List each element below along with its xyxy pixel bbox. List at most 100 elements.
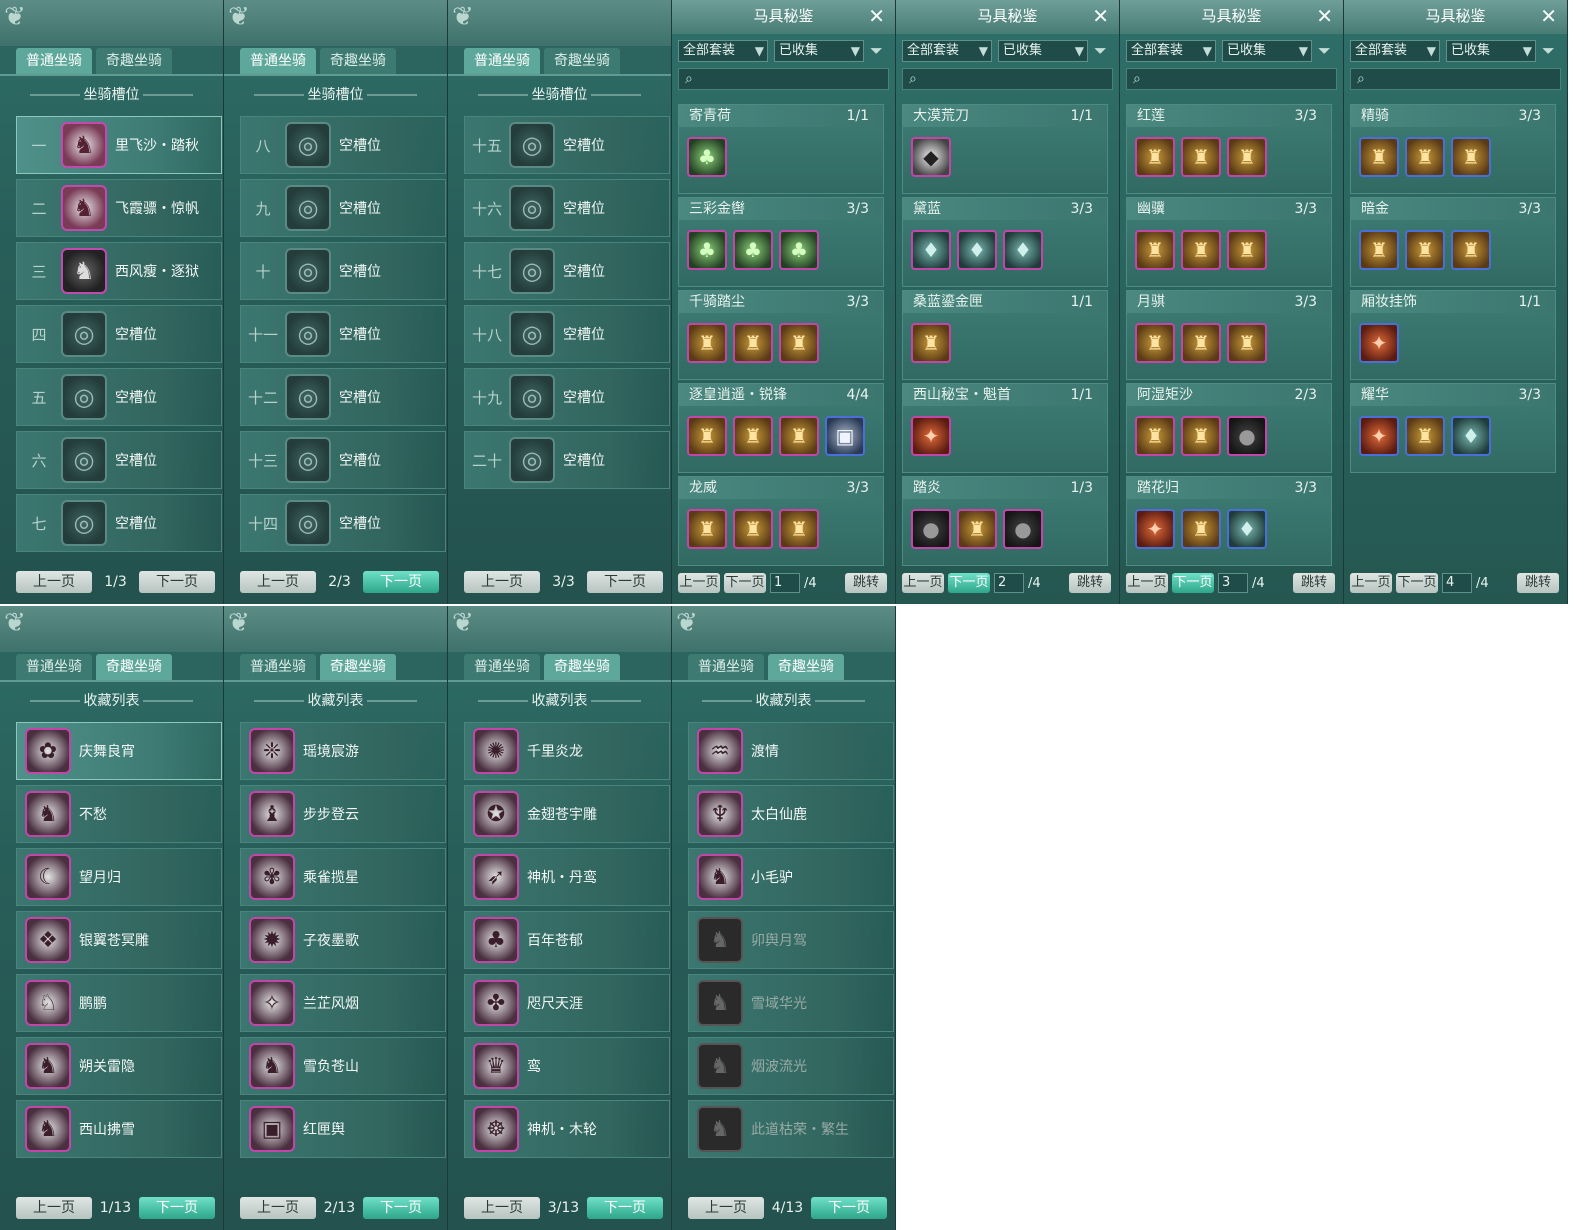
filter-funnel-icon[interactable]: ⏷	[1318, 41, 1331, 61]
tack-set-card[interactable]: 幽骥 3/3 ♜ ♜ ♜	[1126, 197, 1332, 287]
filter-funnel-icon[interactable]: ⏷	[870, 41, 883, 61]
tack-set-card[interactable]: 逐皇逍遥・锐锋 4/4 ♜ ♜ ♜ ▣	[678, 383, 884, 473]
fun-mount-item[interactable]: ☾ 望月归	[16, 848, 222, 906]
tack-item-icon[interactable]: ♦	[911, 230, 951, 270]
mount-slot[interactable]: 五 ◎ 空槽位	[16, 368, 222, 426]
prev-page-button[interactable]: 上一页	[678, 573, 720, 593]
fun-mount-item[interactable]: ♞ 卯舆月驾	[688, 911, 894, 969]
next-page-button[interactable]: 下一页	[1396, 573, 1438, 593]
tack-item-icon[interactable]: ✦	[1359, 323, 1399, 363]
tack-set-card[interactable]: 三彩金辔 3/3 ♣ ♣ ♣	[678, 197, 884, 287]
tab-normal-mounts[interactable]: 普通坐骑	[240, 48, 316, 74]
fun-mount-item[interactable]: ♒ 渡情	[688, 722, 894, 780]
tack-item-icon[interactable]: ♜	[687, 323, 727, 363]
mount-slot[interactable]: 三 ♞ 西风瘦・逐狱	[16, 242, 222, 300]
next-page-button[interactable]: 下一页	[587, 571, 663, 593]
fun-mount-item[interactable]: ✺ 千里炎龙	[464, 722, 670, 780]
fun-mount-item[interactable]: ♞ 雪负苍山	[240, 1037, 446, 1095]
tack-item-icon[interactable]: ♜	[1181, 416, 1221, 456]
fun-mount-item[interactable]: ♛ 鸾	[464, 1037, 670, 1095]
tack-set-card[interactable]: 厢妆挂饰 1/1 ✦	[1350, 290, 1556, 380]
next-page-button[interactable]: 下一页	[363, 571, 439, 593]
set-filter-dropdown[interactable]: 全部套装 ▼	[1126, 40, 1216, 62]
tack-item-icon[interactable]: ♜	[1405, 416, 1445, 456]
search-input[interactable]: ⌕	[1350, 68, 1561, 90]
next-page-button[interactable]: 下一页	[810, 1197, 887, 1219]
fun-mount-item[interactable]: ✹ 子夜墨歌	[240, 911, 446, 969]
prev-page-button[interactable]: 上一页	[16, 571, 92, 593]
prev-page-button[interactable]: 上一页	[240, 571, 316, 593]
tack-item-icon[interactable]: ♜	[1135, 323, 1175, 363]
tack-item-icon[interactable]: ♦	[1003, 230, 1043, 270]
tack-item-icon[interactable]: ♜	[733, 416, 773, 456]
fun-mount-item[interactable]: ♘ 鹏鹏	[16, 974, 222, 1032]
tack-item-icon[interactable]: ♜	[687, 509, 727, 549]
page-number-input[interactable]: 4	[1442, 573, 1472, 593]
mount-slot[interactable]: 八 ◎ 空槽位	[240, 116, 446, 174]
tack-item-icon[interactable]: ♣	[779, 230, 819, 270]
tack-item-icon[interactable]: ♜	[1135, 230, 1175, 270]
tack-item-icon[interactable]: ▣	[825, 416, 865, 456]
tack-item-icon[interactable]: ♜	[779, 323, 819, 363]
mount-slot[interactable]: 七 ◎ 空槽位	[16, 494, 222, 552]
fun-mount-item[interactable]: ✪ 金翅苍宇雕	[464, 785, 670, 843]
tack-set-card[interactable]: 踏炎 1/3 ● ♜ ●	[902, 476, 1108, 566]
tack-item-icon[interactable]: ●	[1003, 509, 1043, 549]
state-filter-dropdown[interactable]: 已收集 ▼	[774, 40, 864, 62]
close-icon[interactable]: ✕	[868, 0, 885, 32]
tack-item-icon[interactable]: ✦	[1359, 416, 1399, 456]
jump-button[interactable]: 跳转	[1293, 573, 1335, 593]
search-input[interactable]: ⌕	[902, 68, 1113, 90]
tab-normal-mounts[interactable]: 普通坐骑	[240, 654, 316, 680]
tack-item-icon[interactable]: ✦	[1135, 509, 1175, 549]
tab-normal-mounts[interactable]: 普通坐骑	[688, 654, 764, 680]
fun-mount-item[interactable]: ♞ 烟波流光	[688, 1037, 894, 1095]
jump-button[interactable]: 跳转	[1069, 573, 1111, 593]
next-page-button[interactable]: 下一页	[948, 573, 990, 593]
tack-item-icon[interactable]: ♜	[1135, 137, 1175, 177]
tack-set-card[interactable]: 阿湿矩沙 2/3 ♜ ♜ ●	[1126, 383, 1332, 473]
tack-item-icon[interactable]: ♜	[1181, 137, 1221, 177]
next-page-button[interactable]: 下一页	[724, 573, 766, 593]
next-page-button[interactable]: 下一页	[586, 1197, 663, 1219]
mount-slot[interactable]: 十八 ◎ 空槽位	[464, 305, 670, 363]
close-icon[interactable]: ✕	[1316, 0, 1333, 32]
tab-fun-mounts[interactable]: 奇趣坐骑	[544, 654, 620, 680]
tack-item-icon[interactable]: ♣	[687, 230, 727, 270]
mount-slot[interactable]: 二 ♞ 飞霞骠・惊帆	[16, 179, 222, 237]
tack-item-icon[interactable]: ♜	[1135, 416, 1175, 456]
tab-fun-mounts[interactable]: 奇趣坐骑	[320, 48, 396, 74]
prev-page-button[interactable]: 上一页	[464, 571, 540, 593]
tab-normal-mounts[interactable]: 普通坐骑	[16, 654, 92, 680]
tab-normal-mounts[interactable]: 普通坐骑	[464, 48, 540, 74]
page-number-input[interactable]: 1	[770, 573, 800, 593]
tack-item-icon[interactable]: ◆	[911, 137, 951, 177]
tab-fun-mounts[interactable]: 奇趣坐骑	[768, 654, 844, 680]
mount-slot[interactable]: 十五 ◎ 空槽位	[464, 116, 670, 174]
tack-item-icon[interactable]: ♜	[1181, 230, 1221, 270]
tack-item-icon[interactable]: ♜	[733, 323, 773, 363]
tack-set-card[interactable]: 月骐 3/3 ♜ ♜ ♜	[1126, 290, 1332, 380]
tack-item-icon[interactable]: ♜	[957, 509, 997, 549]
set-filter-dropdown[interactable]: 全部套装 ▼	[678, 40, 768, 62]
fun-mount-item[interactable]: ♞ 此道枯荣・繁生	[688, 1100, 894, 1158]
tack-item-icon[interactable]: ♣	[733, 230, 773, 270]
tack-item-icon[interactable]: ♦	[1227, 509, 1267, 549]
close-icon[interactable]: ✕	[1540, 0, 1557, 32]
mount-slot[interactable]: 四 ◎ 空槽位	[16, 305, 222, 363]
tack-set-card[interactable]: 寄青荷 1/1 ♣	[678, 104, 884, 194]
mount-slot[interactable]: 二十 ◎ 空槽位	[464, 431, 670, 489]
next-page-button[interactable]: 下一页	[362, 1197, 439, 1219]
page-number-input[interactable]: 2	[994, 573, 1024, 593]
fun-mount-item[interactable]: ▣ 红匣舆	[240, 1100, 446, 1158]
prev-page-button[interactable]: 上一页	[1126, 573, 1168, 593]
mount-slot[interactable]: 十九 ◎ 空槽位	[464, 368, 670, 426]
next-page-button[interactable]: 下一页	[1172, 573, 1214, 593]
fun-mount-item[interactable]: ♞ 朔关雷隐	[16, 1037, 222, 1095]
tack-item-icon[interactable]: ✦	[911, 416, 951, 456]
filter-funnel-icon[interactable]: ⏷	[1542, 41, 1555, 61]
fun-mount-item[interactable]: ❈ 瑶境宸游	[240, 722, 446, 780]
search-input[interactable]: ⌕	[678, 68, 889, 90]
tack-set-card[interactable]: 桑蓝鎏金匣 1/1 ♜	[902, 290, 1108, 380]
tack-item-icon[interactable]: ♜	[911, 323, 951, 363]
